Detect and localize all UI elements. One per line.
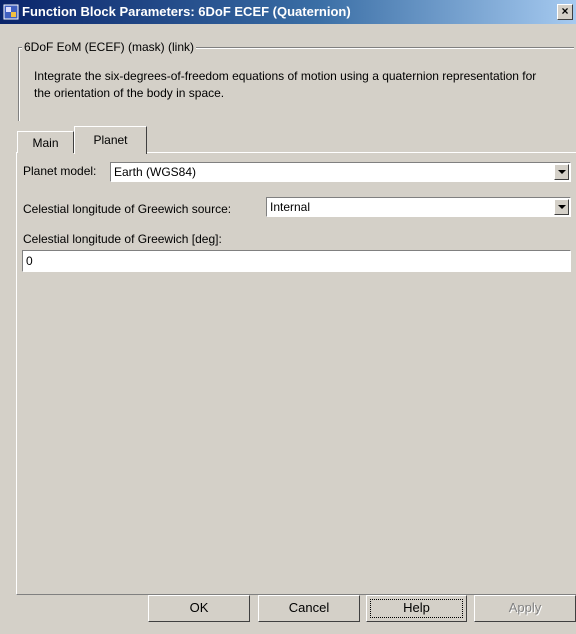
chevron-down-icon[interactable] (554, 199, 569, 215)
close-button[interactable]: × (557, 4, 573, 20)
chevron-down-icon[interactable] (554, 164, 569, 180)
ok-button[interactable]: OK (148, 595, 250, 622)
longitude-label: Celestial longitude of Greewich [deg]: (23, 232, 222, 246)
longitude-input[interactable]: 0 (22, 250, 571, 272)
tab-planet[interactable]: Planet (74, 126, 147, 154)
simulink-block-icon (3, 4, 19, 20)
title-bar: Function Block Parameters: 6DoF ECEF (Qu… (0, 0, 576, 24)
window-title: Function Block Parameters: 6DoF ECEF (Qu… (22, 4, 351, 19)
focus-ring (370, 599, 463, 618)
mask-group-label: 6DoF EoM (ECEF) (mask) (link) (22, 40, 197, 54)
longitude-source-label: Celestial longitude of Greewich source: (23, 202, 232, 216)
mask-description: Integrate the six-degrees-of-freedom equ… (34, 69, 537, 100)
cancel-button[interactable]: Cancel (258, 595, 360, 622)
longitude-source-dropdown[interactable]: Internal (266, 197, 571, 217)
planet-model-label: Planet model: (23, 164, 97, 178)
apply-button[interactable]: Apply (474, 595, 576, 622)
planet-model-dropdown[interactable]: Earth (WGS84) (110, 162, 571, 182)
planet-model-value: Earth (WGS84) (114, 165, 197, 179)
tab-main[interactable]: Main (17, 131, 74, 153)
longitude-source-value: Internal (270, 200, 311, 214)
planet-tab-panel (16, 152, 576, 595)
close-icon: × (561, 4, 569, 18)
longitude-input-value: 0 (26, 254, 33, 268)
help-button[interactable]: Help (366, 595, 467, 622)
